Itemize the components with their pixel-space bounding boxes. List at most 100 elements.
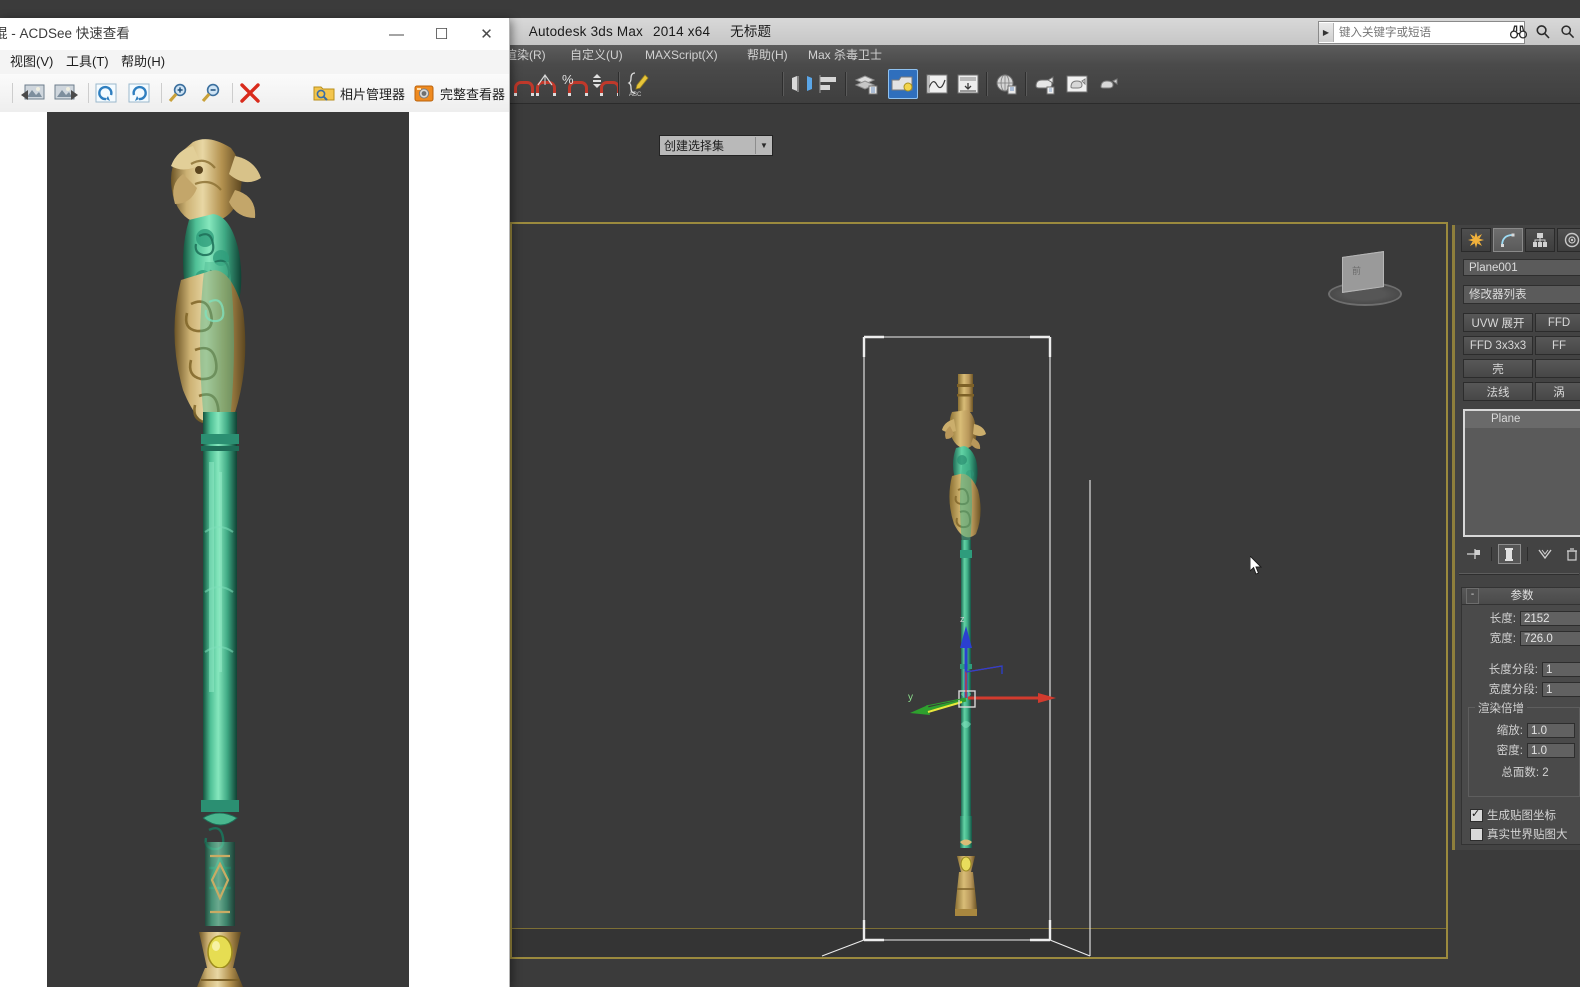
- length-segs-field[interactable]: 1: [1542, 661, 1580, 677]
- selection-set-value: 创建选择集: [664, 139, 725, 153]
- acdsee-left-margin: [0, 112, 47, 987]
- length-segs-label: 长度分段:: [1488, 664, 1538, 676]
- object-name-field[interactable]: Plane001: [1463, 259, 1580, 276]
- schematic-view-icon[interactable]: [922, 69, 952, 99]
- make-unique-icon[interactable]: [1534, 545, 1556, 563]
- max-search-box[interactable]: ▶: [1318, 21, 1525, 44]
- modify-tab[interactable]: [1493, 228, 1523, 252]
- modifier-button-turbo[interactable]: 涡: [1535, 382, 1580, 401]
- render-setup-icon[interactable]: [991, 69, 1021, 99]
- create-tab[interactable]: [1461, 228, 1491, 252]
- menu-max-antivirus[interactable]: Max 杀毒卫士: [808, 45, 882, 65]
- curve-editor-icon[interactable]: [888, 69, 918, 99]
- search-icon[interactable]: [1534, 23, 1552, 41]
- modifier-button-normal[interactable]: 法线: [1463, 382, 1533, 401]
- named-selection-icon[interactable]: ABC: [624, 69, 654, 99]
- mirror-icon[interactable]: [787, 69, 817, 99]
- menu-maxscript[interactable]: MAXScript(X): [645, 45, 718, 65]
- full-viewer-label: 完整查看器: [440, 86, 506, 102]
- angle-snap-icon[interactable]: [528, 69, 558, 99]
- previous-image-button[interactable]: [20, 78, 46, 108]
- hierarchy-tab[interactable]: [1525, 228, 1555, 252]
- modifier-button-uvw-unwrap[interactable]: UVW 展开: [1463, 313, 1533, 332]
- menu-help[interactable]: 帮助(H): [747, 45, 788, 65]
- generate-mapping-coords-checkbox[interactable]: 生成贴图坐标: [1470, 807, 1556, 823]
- zoom-in-button[interactable]: [167, 78, 191, 108]
- render-production-icon[interactable]: [1062, 69, 1092, 99]
- menu-customize[interactable]: 自定义(U): [570, 45, 623, 65]
- chevron-down-icon[interactable]: ▼: [755, 137, 772, 154]
- search-input[interactable]: [1334, 22, 1524, 43]
- max-title-version: 2014 x64: [653, 24, 711, 39]
- density-label: 密度:: [1496, 745, 1523, 757]
- render-iterative-icon[interactable]: [1094, 69, 1124, 99]
- density-field[interactable]: 1.0: [1527, 742, 1575, 758]
- close-image-button[interactable]: [238, 78, 262, 108]
- rendered-frame-icon[interactable]: [1030, 69, 1060, 99]
- max-search-tools: [1509, 20, 1577, 43]
- motion-tab[interactable]: [1557, 228, 1580, 252]
- zoom-out-button[interactable]: [200, 78, 224, 108]
- full-viewer-button[interactable]: 完整查看器: [413, 78, 505, 108]
- command-panel: Plane001 修改器列表 UVW 展开 FFD FFD 3x3x3 FF 壳…: [1452, 225, 1580, 850]
- acdsee-window-title: 棍 - ACDSee 快速查看: [0, 26, 130, 41]
- binoculars-icon[interactable]: [1509, 23, 1527, 41]
- width-field[interactable]: 726.0: [1520, 630, 1580, 646]
- rollup-header[interactable]: - 参数: [1462, 588, 1580, 605]
- maximize-button[interactable]: ☐: [419, 18, 464, 50]
- show-end-result-icon[interactable]: [1497, 544, 1522, 564]
- next-image-button[interactable]: [53, 78, 79, 108]
- rollup-title: 参数: [1510, 590, 1534, 602]
- minimize-button[interactable]: —: [374, 18, 419, 50]
- scale-field[interactable]: 1.0: [1527, 722, 1575, 738]
- render-multiplier-group: 渲染倍增 缩放: 1.0 密度: 1.0 总面数: 2: [1468, 700, 1580, 797]
- spinner-snap-icon[interactable]: [588, 69, 620, 99]
- modifier-button-blank[interactable]: [1535, 359, 1580, 378]
- modifier-list-dropdown[interactable]: 修改器列表: [1463, 285, 1580, 304]
- acdsee-window-controls: — ☐ ✕: [374, 18, 509, 50]
- checkbox-label: 生成贴图坐标: [1487, 810, 1556, 822]
- acdsee-menu-tools[interactable]: 工具(T): [66, 50, 109, 74]
- list-item[interactable]: Plane: [1465, 411, 1580, 428]
- close-button[interactable]: ✕: [464, 18, 509, 50]
- modifier-button-ffd-a[interactable]: FFD: [1535, 313, 1580, 332]
- pin-stack-icon[interactable]: [1463, 545, 1485, 563]
- checkbox-icon[interactable]: [1470, 827, 1483, 841]
- photo-manager-button[interactable]: 相片管理器: [313, 78, 405, 108]
- align-icon[interactable]: [814, 69, 844, 99]
- svg-text:z: z: [960, 614, 965, 624]
- command-panel-tabs: [1461, 228, 1580, 252]
- modifier-button-ffd-3x3x3[interactable]: FFD 3x3x3: [1463, 336, 1533, 355]
- width-segs-field[interactable]: 1: [1542, 681, 1580, 697]
- acdsee-menu-view[interactable]: 视图(V): [10, 50, 53, 74]
- menu-render[interactable]: 渲染(R): [505, 45, 546, 65]
- acdsee-title-bar: 棍 - ACDSee 快速查看 — ☐ ✕: [0, 18, 509, 50]
- parameters-rollup: - 参数 长度: 2152 宽度: 726.0 长度分段: 1 宽度分段: 1 …: [1461, 587, 1580, 845]
- acdsee-image-canvas[interactable]: [47, 112, 409, 987]
- length-field[interactable]: 2152: [1520, 610, 1580, 626]
- acdsee-menu-help[interactable]: 帮助(H): [121, 50, 165, 74]
- collapse-icon[interactable]: -: [1466, 588, 1479, 604]
- chevron-right-icon[interactable]: ▶: [1319, 23, 1334, 42]
- render-multiplier-title: 渲染倍增: [1475, 700, 1527, 716]
- perspective-viewport[interactable]: 前 y z: [510, 222, 1448, 959]
- rotate-right-button[interactable]: [127, 78, 151, 108]
- svg-text:y: y: [908, 692, 913, 703]
- move-transform-gizmo[interactable]: y z: [904, 614, 1064, 724]
- named-selection-set-dropdown[interactable]: 创建选择集 ▼: [659, 135, 773, 156]
- layer-manager-icon[interactable]: [851, 69, 881, 99]
- material-editor-icon[interactable]: [953, 69, 983, 99]
- percent-snap-icon[interactable]: %: [558, 69, 588, 99]
- checkbox-label: 真实世界贴图大: [1487, 829, 1568, 841]
- remove-modifier-icon[interactable]: [1562, 545, 1580, 563]
- modifier-stack-list[interactable]: Plane: [1463, 409, 1580, 537]
- modifier-button-ffd-b[interactable]: FF: [1535, 336, 1580, 355]
- acdsee-menu-bar: 视图(V) 工具(T) 帮助(H): [0, 50, 509, 74]
- checkbox-icon[interactable]: [1470, 807, 1483, 822]
- real-world-map-size-checkbox[interactable]: 真实世界贴图大: [1470, 826, 1568, 842]
- width-segs-label: 宽度分段:: [1488, 684, 1538, 696]
- modifier-button-shell[interactable]: 壳: [1463, 359, 1533, 378]
- help-icon[interactable]: [1559, 23, 1577, 41]
- length-label: 长度:: [1489, 613, 1516, 625]
- rotate-left-button[interactable]: [94, 78, 118, 108]
